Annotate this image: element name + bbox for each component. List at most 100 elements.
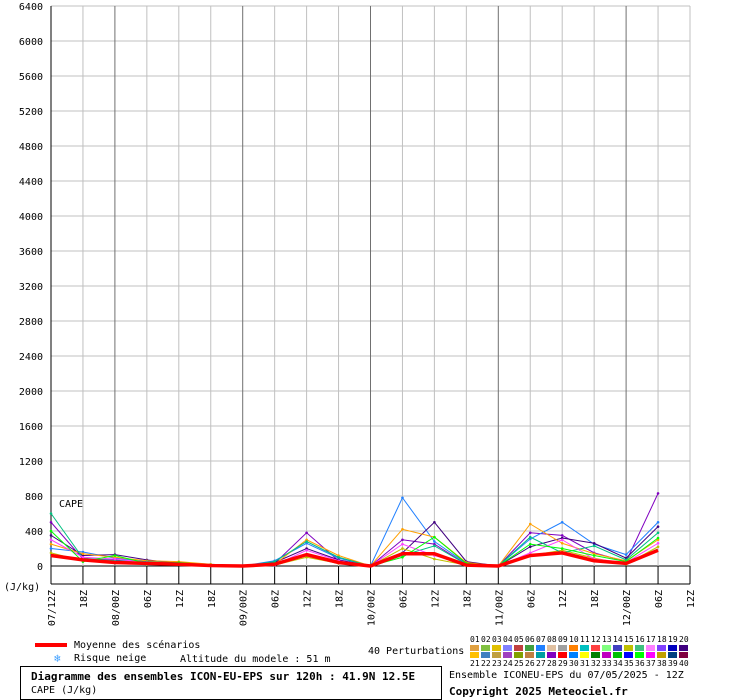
perturbation-color-swatch	[558, 652, 567, 658]
ensemble-member-point	[592, 544, 596, 548]
chart-title: Diagramme des ensembles ICON-EU-EPS sur …	[31, 670, 416, 683]
perturbation-color-swatch	[492, 645, 501, 651]
ensemble-member-point	[49, 542, 53, 546]
ensemble-member-point	[433, 557, 436, 561]
y-tick-label: 2000	[19, 387, 43, 398]
x-tick-label: 06Z	[526, 590, 537, 608]
perturbation-color-swatch	[580, 652, 589, 658]
ensemble-member-point	[656, 545, 660, 549]
perturbation-number: 38	[657, 659, 667, 668]
ensemble-member-point	[560, 538, 564, 542]
perturbations-label: 40 Perturbations	[368, 646, 465, 657]
y-tick-label: 3200	[19, 282, 43, 293]
perturbation-number: 19	[668, 635, 678, 644]
legend: Moyenne des scénarios ❄ Risque neige Alt…	[0, 636, 740, 700]
perturbation-color-swatch	[514, 645, 523, 651]
x-tick-label: 10/00Z	[367, 590, 378, 626]
x-tick-label: 12Z	[430, 590, 441, 608]
y-tick-label: 5200	[19, 107, 43, 118]
ensemble-member-point	[49, 512, 53, 515]
x-tick-label: 18Z	[207, 590, 218, 608]
perturbation-number: 33	[602, 659, 612, 668]
x-tick-label: 18Z	[462, 590, 473, 608]
perturbation-color-swatch	[547, 645, 556, 651]
x-tick-label: 18Z	[79, 590, 90, 608]
perturbation-color-swatch	[481, 652, 490, 658]
ensemble-member-point	[592, 554, 596, 557]
perturbation-color-swatch	[613, 645, 622, 651]
ensemble-member-line	[50, 523, 659, 567]
ensemble-member-point	[560, 541, 564, 545]
ensemble-member-point	[656, 531, 660, 535]
ensemble-member-line	[50, 513, 659, 567]
perturbation-color-swatch	[668, 645, 677, 651]
perturbation-number: 39	[668, 659, 678, 668]
ensemble-member-point	[401, 555, 404, 559]
perturbation-color-swatch	[591, 645, 600, 651]
perturbation-number: 13	[602, 635, 612, 644]
perturbation-number: 29	[558, 659, 568, 668]
ensemble-member-point	[656, 541, 660, 545]
ensemble-member-point	[401, 547, 404, 550]
perturbation-number: 24	[503, 659, 513, 668]
perturbation-number: 12	[591, 635, 601, 644]
ensemble-member-point	[401, 538, 404, 542]
perturbation-color-swatch	[624, 652, 633, 658]
ensemble-member-point	[113, 554, 117, 557]
perturbation-color-swatch	[602, 645, 611, 651]
mean-label: Moyenne des scénarios	[74, 640, 201, 651]
ensemble-member-point	[560, 547, 564, 550]
perturbation-color-swatch	[602, 652, 611, 658]
ensemble-member-point	[81, 552, 85, 556]
perturbation-number: 31	[580, 659, 590, 668]
ensemble-member-point	[656, 525, 660, 528]
perturbation-number: 20	[679, 635, 689, 644]
perturbation-color-swatch	[646, 645, 655, 651]
x-tick-label: 06Z	[398, 590, 409, 608]
perturbation-color-swatch	[646, 652, 655, 658]
perturbation-color-swatch	[470, 652, 479, 658]
ensemble-member-point	[305, 548, 308, 552]
grid	[50, 5, 691, 585]
perturbation-color-swatch	[635, 652, 644, 658]
perturbation-number: 05	[514, 635, 524, 644]
snowflake-icon: ❄	[54, 652, 61, 665]
perturbation-color-swatch	[481, 645, 490, 651]
ensemble-member-point	[433, 520, 436, 524]
perturbation-number: 04	[503, 635, 513, 644]
ensemble-member-point	[49, 534, 53, 537]
perturbation-color-swatch	[525, 652, 534, 658]
y-tick-label: 1600	[19, 422, 43, 433]
perturbation-color-swatch	[668, 652, 677, 658]
ensemble-member-point	[528, 542, 532, 546]
ensemble-member-point	[305, 531, 308, 535]
perturbation-color-grid: 01 02 03 04 05 06 07 08 09 10 11 12 13 14 15 16 17 18 19 20…	[469, 636, 691, 668]
x-tick-label: 07/12Z	[47, 590, 58, 626]
perturbation-color-swatch	[635, 645, 644, 651]
y-tick-label: 6000	[19, 37, 43, 48]
altitude-label: Altitude du modele : 51 m	[180, 654, 331, 665]
perturbation-number: 25	[514, 659, 524, 668]
ensemble-member-point	[113, 557, 117, 561]
perturbation-number: 34	[613, 659, 623, 668]
perturbation-number: 17	[646, 635, 656, 644]
x-tick-label: 12Z	[303, 590, 314, 608]
ensemble-member-line	[50, 521, 659, 567]
perturbation-color-swatch	[624, 645, 633, 651]
ensemble-member-point	[433, 540, 436, 543]
ensemble-member-point	[656, 536, 660, 540]
perturbation-color-swatch	[558, 645, 567, 651]
perturbation-number: 22	[481, 659, 491, 668]
perturbation-color-swatch	[569, 645, 578, 651]
ensemble-member-point	[49, 538, 53, 542]
perturbation-color-swatch	[536, 645, 545, 651]
perturbation-number: 35	[624, 659, 634, 668]
plot-label: CAPE	[59, 499, 83, 510]
perturbation-color-swatch	[514, 652, 523, 658]
mean-line-swatch	[35, 643, 67, 647]
ensemble-member-point	[528, 531, 532, 535]
perturbation-color-swatch	[679, 645, 688, 651]
mean-series	[50, 548, 659, 568]
perturbation-color-swatch	[679, 652, 688, 658]
perturbation-number: 01	[470, 635, 480, 644]
